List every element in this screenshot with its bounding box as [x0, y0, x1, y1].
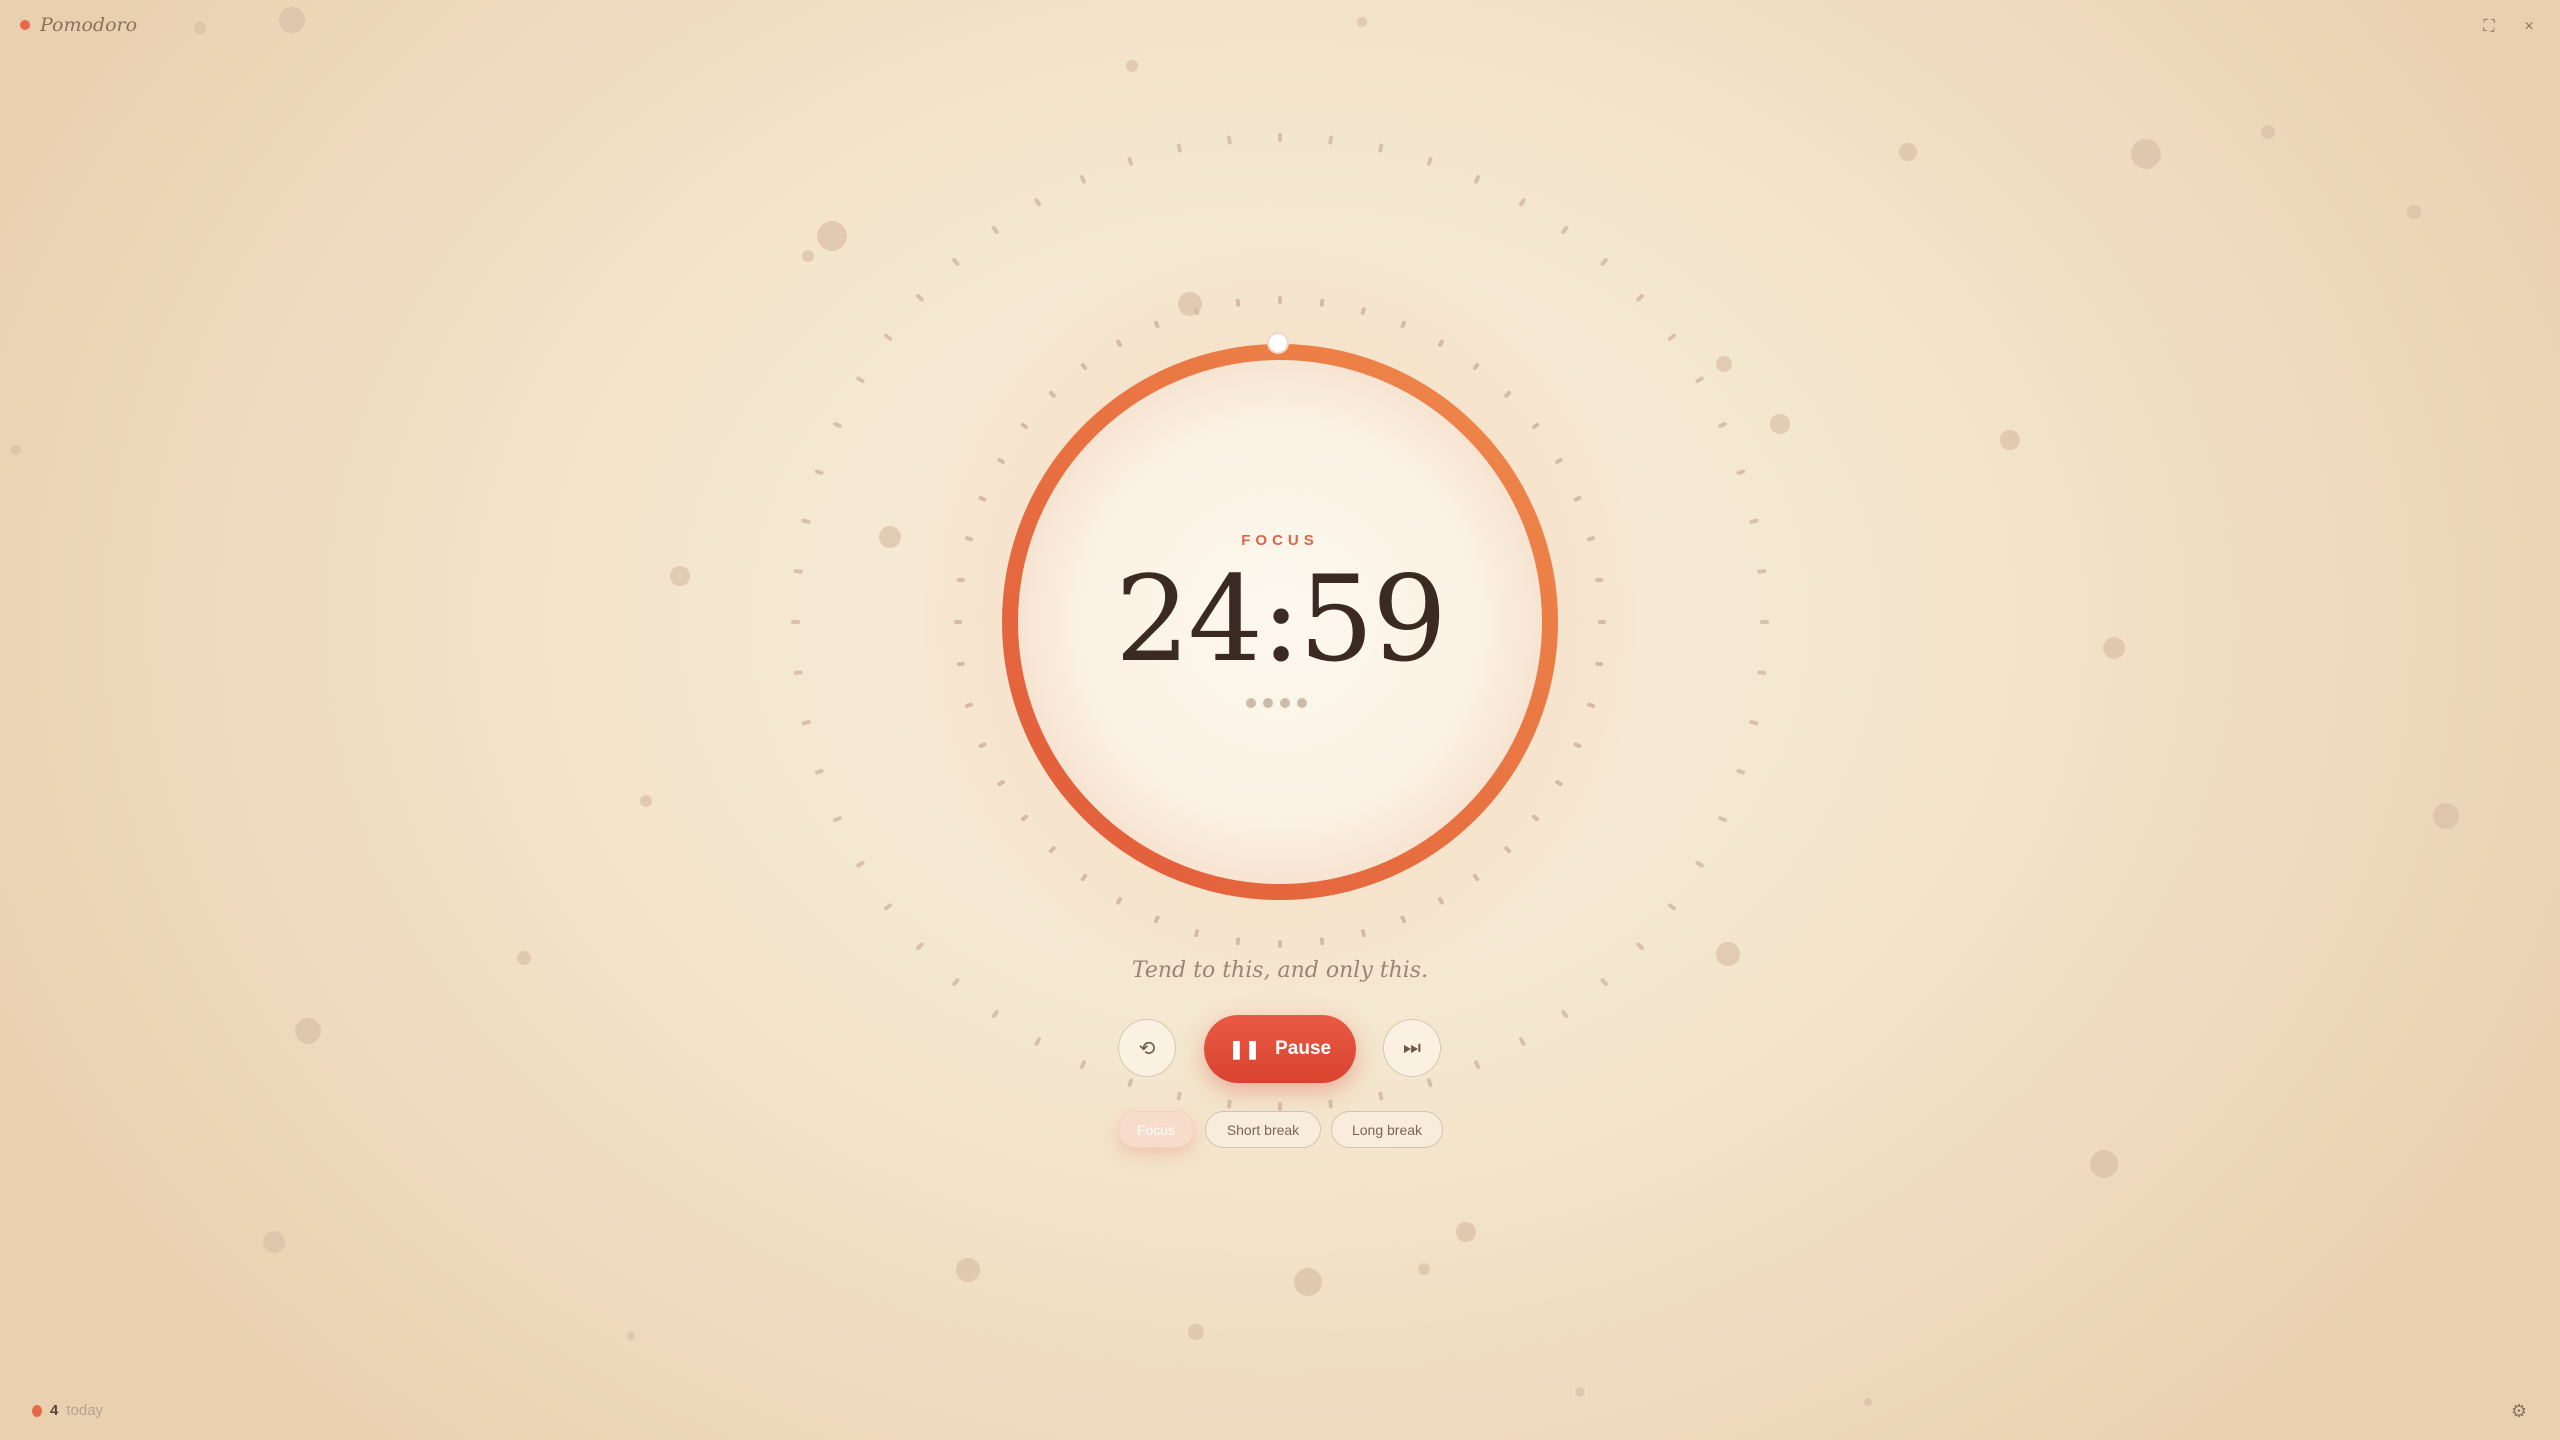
today-count-label: today: [66, 1402, 104, 1419]
today-count: 4 today: [32, 1402, 103, 1419]
session-dot: [1263, 698, 1273, 708]
mode-focus[interactable]: Focus: [1118, 1111, 1194, 1148]
settings-button[interactable]: ⚙: [2506, 1398, 2532, 1424]
mode-long-break-label: Long break: [1351, 1121, 1423, 1138]
reset-icon: ⟲: [1138, 1037, 1156, 1060]
tagline: Tend to this, and only this.: [1131, 958, 1429, 983]
reset-button[interactable]: ⟲: [1118, 1019, 1176, 1077]
gear-icon: ⚙: [2510, 1400, 2528, 1421]
mode-short-break-label: Short break: [1226, 1121, 1300, 1138]
pause-button[interactable]: ❚❚ Pause: [1204, 1015, 1356, 1083]
mode-long-break[interactable]: Long break: [1331, 1111, 1443, 1148]
progress-handle[interactable]: [1267, 332, 1289, 354]
pause-icon: ❚❚: [1228, 1038, 1262, 1059]
pause-label: Pause: [1275, 1038, 1332, 1059]
session-dot: [1280, 698, 1290, 708]
timer-display: 24:59: [1114, 550, 1447, 688]
skip-icon: ⏭: [1403, 1036, 1421, 1059]
mode-short-break[interactable]: Short break: [1205, 1111, 1321, 1148]
today-count-value: 4: [50, 1402, 59, 1419]
skip-button[interactable]: ⏭: [1383, 1019, 1441, 1077]
mode-label: FOCUS: [1241, 532, 1319, 549]
timer-ring: [1002, 332, 1558, 900]
mode-focus-label: Focus: [1136, 1121, 1176, 1138]
tomato-icon: [32, 1404, 42, 1417]
session-dot: [1297, 698, 1307, 708]
session-dot: [1246, 698, 1256, 708]
session-dots: [1246, 698, 1307, 708]
